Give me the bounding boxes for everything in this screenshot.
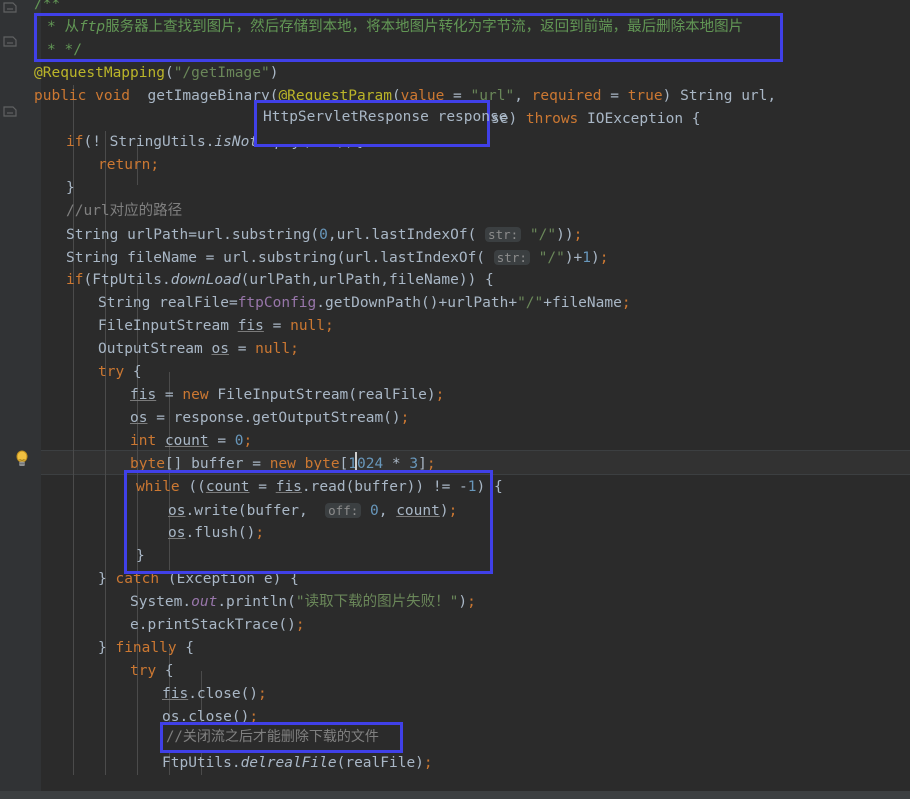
- code-line[interactable]: String urlPath=url.substring(0,url.lastI…: [66, 223, 582, 246]
- code-line[interactable]: * */: [47, 39, 82, 62]
- code-editor[interactable]: /** * 从ftp服务器上查找到图片，然后存储到本地，将本地图片转化为字节流，返…: [0, 0, 910, 799]
- code-line[interactable]: if(! StringUtils.isNotEmpty(url)){: [66, 131, 363, 154]
- code-line[interactable]: fis.close();: [162, 683, 267, 706]
- code-line[interactable]: fis = new FileInputStream(realFile);: [130, 384, 444, 407]
- code-line[interactable]: os.flush();: [168, 522, 264, 545]
- code-line[interactable]: while ((count = fis.read(buffer)) != -1)…: [136, 476, 503, 499]
- code-line[interactable]: e.printStackTrace();: [130, 614, 305, 637]
- code-line[interactable]: OutputStream os = null;: [98, 338, 299, 361]
- code-line[interactable]: System.out.println("读取下载的图片失败！");: [130, 591, 476, 614]
- code-line[interactable]: byte[] buffer = new byte[1024 * 3];: [130, 453, 436, 476]
- editor-bottom-bar: [0, 791, 910, 799]
- code-line[interactable]: }: [66, 177, 75, 200]
- code-line[interactable]: @RequestMapping("/getImage"): [34, 62, 278, 85]
- code-line[interactable]: int count = 0;: [130, 430, 252, 453]
- text-caret: [355, 452, 357, 471]
- http-response-param-box-text: HttpServletResponse response: [263, 109, 508, 125]
- code-line[interactable]: os.write(buffer, off: 0, count);: [168, 499, 457, 522]
- close-comment-box-text: //关闭流之后才能删除下载的文件: [166, 729, 379, 745]
- code-line[interactable]: FileInputStream fis = null;: [98, 315, 334, 338]
- code-line[interactable]: return;: [98, 154, 159, 177]
- code-line[interactable]: //url对应的路径: [66, 200, 182, 223]
- code-line[interactable]: } catch (Exception e) {: [98, 568, 299, 591]
- code-line[interactable]: os = response.getOutputStream();: [130, 407, 409, 430]
- code-line[interactable]: if(FtpUtils.downLoad(urlPath,urlPath,fil…: [66, 269, 494, 292]
- code-line[interactable]: String realFile=ftpConfig.getDownPath()+…: [98, 292, 631, 315]
- code-line[interactable]: } finally {: [98, 637, 194, 660]
- code-line[interactable]: * 从ftp服务器上查找到图片，然后存储到本地，将本地图片转化为字节流，返回到前…: [47, 16, 743, 39]
- code-line[interactable]: try {: [98, 361, 142, 384]
- code-line[interactable]: /**: [34, 0, 60, 16]
- code-line[interactable]: String fileName = url.substring(url.last…: [66, 246, 608, 269]
- code-line[interactable]: try {: [130, 660, 174, 683]
- code-line[interactable]: }: [136, 545, 145, 568]
- code-line[interactable]: public void getImageBinary(@RequestParam…: [34, 85, 776, 108]
- code-line[interactable]: FtpUtils.delrealFile(realFile);: [162, 752, 433, 775]
